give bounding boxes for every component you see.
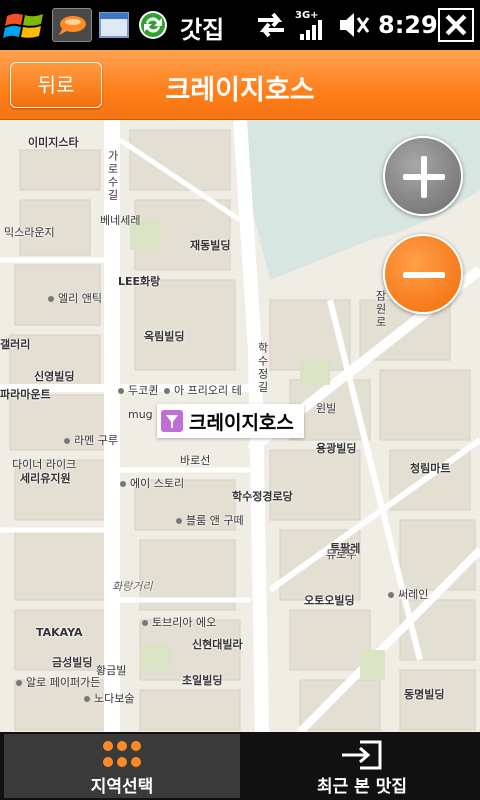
cocktail-icon bbox=[161, 410, 183, 432]
clock: 8:29 bbox=[378, 11, 438, 39]
map-label: 노다보술 bbox=[84, 690, 134, 706]
map-label: 엘리 앤틱 bbox=[48, 290, 102, 306]
map-label: 이미지스타 bbox=[28, 136, 79, 149]
map-label: 신현대빌라 bbox=[192, 638, 243, 651]
bottom-tab-bar: 지역선택 최근 본 맛집 bbox=[0, 732, 480, 800]
sync-icon[interactable] bbox=[136, 8, 170, 42]
header-bar: 뒤로 크레이지호스 bbox=[0, 50, 480, 120]
map-label: 금성빌딩 bbox=[52, 656, 93, 669]
signal-icon: 3G+ bbox=[295, 10, 322, 40]
map-label-text: 엘리 앤틱 bbox=[58, 292, 102, 305]
map-label-text: 두코퀸 bbox=[128, 384, 159, 397]
zoom-out-button[interactable] bbox=[383, 234, 463, 314]
map-label-text: 알로 페이퍼가든 bbox=[26, 676, 101, 689]
map-label-text: 토브리아 에오 bbox=[152, 616, 217, 629]
tab-region-select[interactable]: 지역선택 bbox=[4, 734, 240, 798]
map-label: 블룸 앤 구떼 bbox=[176, 512, 244, 528]
volume-icon[interactable] bbox=[336, 8, 372, 42]
map-label: 두코퀸 bbox=[118, 382, 158, 398]
minus-icon bbox=[403, 272, 445, 278]
zoom-in-button[interactable] bbox=[383, 136, 463, 216]
map-label: 세리유지원 bbox=[20, 472, 71, 485]
map-label: TAKAYA bbox=[36, 626, 83, 639]
map-label-text: 아 프리오리 테 bbox=[174, 384, 242, 397]
marker-label: 크레이지호스 bbox=[189, 411, 294, 434]
recent-arrow-icon bbox=[342, 740, 382, 770]
app-bubble-icon[interactable] bbox=[52, 8, 92, 42]
map-label: 라멘 구루 bbox=[64, 432, 118, 448]
map-label: 에이 스토리 bbox=[120, 475, 184, 491]
network-type: 3G+ bbox=[295, 10, 319, 21]
page-title: 크레이지호스 bbox=[165, 75, 315, 106]
app-title: 갓집 bbox=[180, 16, 225, 44]
map-label: 뮤로우 bbox=[326, 548, 357, 561]
map-label: 화랑거리 bbox=[112, 580, 153, 593]
map-label-text: 에이 스토리 bbox=[130, 477, 185, 490]
map-label: 아 프리오리 테 bbox=[164, 382, 242, 398]
map-label: 신영빌딩 bbox=[34, 370, 75, 383]
map-label: 학수정길 bbox=[256, 342, 269, 394]
tab-recent-places[interactable]: 최근 본 맛집 bbox=[244, 734, 480, 798]
back-button[interactable]: 뒤로 bbox=[10, 62, 102, 108]
map-label-text: 라멘 구루 bbox=[74, 434, 118, 447]
map-label: 알로 페이퍼가든 bbox=[16, 674, 100, 690]
map-label: LEE화랑 bbox=[118, 275, 161, 288]
map-label: 학수정경로당 bbox=[232, 490, 293, 503]
windows-start-icon[interactable] bbox=[2, 8, 48, 42]
map-label: 윈빌 bbox=[316, 402, 337, 415]
place-marker[interactable]: 크레이지호스 bbox=[157, 404, 304, 438]
plus-icon-vertical bbox=[421, 156, 427, 198]
status-bar: 갓집 3G+ 8:29 bbox=[0, 0, 480, 50]
map-label: mug bbox=[128, 408, 153, 421]
map-label: 써레인 bbox=[388, 586, 428, 602]
map-label: 베네세레 bbox=[100, 214, 141, 227]
map-label-text: 써레인 bbox=[398, 588, 429, 601]
map-label-text: 노다보술 bbox=[94, 692, 135, 705]
map-label: 바로선 bbox=[180, 454, 211, 467]
region-dots-icon bbox=[103, 741, 141, 767]
connection-arrows-icon bbox=[258, 12, 284, 38]
map-label-text: 블룸 앤 구떼 bbox=[186, 514, 244, 527]
map-label: 재동빌딩 bbox=[190, 239, 231, 252]
map-label: 황금빌 bbox=[96, 664, 127, 677]
map-label: 믹스라운지 bbox=[4, 226, 55, 239]
close-icon[interactable] bbox=[438, 8, 474, 42]
map-label: 동명빌딩 bbox=[404, 688, 445, 701]
map-label: 오토오빌딩 bbox=[304, 594, 355, 607]
map-label: 옥림빌딩 bbox=[144, 330, 185, 343]
map-label: 용광빌딩 bbox=[316, 442, 357, 455]
window-icon[interactable] bbox=[98, 8, 130, 42]
map-label: 청림마트 bbox=[410, 462, 451, 475]
map-label: 가로수길 bbox=[106, 150, 119, 202]
map-label: 갤러리 bbox=[0, 338, 31, 351]
map-label: 잠원로 bbox=[374, 290, 387, 329]
map-view[interactable]: 이미지스타 가로수길 베네세레 믹스라운지 재동빌딩 LEE화랑 엘리 앤틱 옥… bbox=[0, 120, 480, 732]
tab-label: 최근 본 맛집 bbox=[316, 777, 408, 797]
map-label: 토브리아 에오 bbox=[142, 614, 216, 630]
map-label: 초일빌딩 bbox=[182, 674, 223, 687]
tab-label: 지역선택 bbox=[90, 777, 154, 797]
map-label: 파라마운트 bbox=[0, 388, 51, 401]
